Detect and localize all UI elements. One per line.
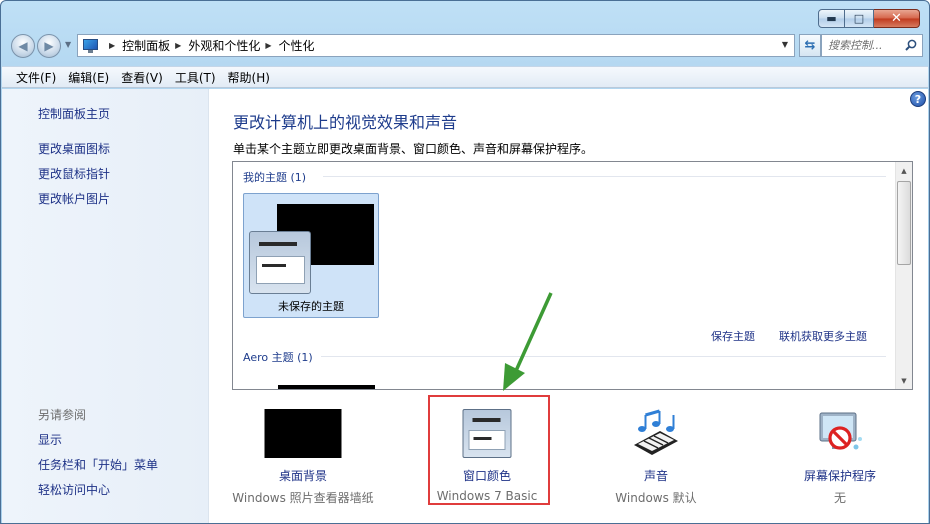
sound-desc: Windows 默认	[615, 491, 697, 505]
search-icon[interactable]	[905, 39, 917, 51]
breadcrumb-control-panel[interactable]: 控制面板	[122, 37, 170, 54]
desktop-background-desc: Windows 照片查看器墙纸	[232, 491, 374, 505]
back-button[interactable]: ◀	[11, 34, 35, 58]
caption-buttons: ▬ □ ✕	[818, 9, 920, 28]
group-divider	[323, 176, 886, 177]
pointer-arrow-icon	[503, 292, 553, 391]
menu-file[interactable]: 文件(F)	[10, 69, 62, 86]
navigation-bar: ◀ ▶ ▼ ▶ 控制面板 ▶ 外观和个性化 ▶ 个性化 ▼ ⇆	[9, 33, 923, 59]
menu-help[interactable]: 帮助(H)	[222, 69, 276, 86]
address-dropdown-icon[interactable]: ▼	[782, 40, 788, 49]
sound-link[interactable]: 声音	[581, 467, 731, 484]
breadcrumb-separator-icon[interactable]: ▶	[265, 41, 271, 50]
sidebar-change-desktop-icons[interactable]: 更改桌面图标	[38, 140, 110, 157]
aero-themes-header[interactable]: Aero 主题 (1)	[243, 349, 313, 365]
minimize-button[interactable]: ▬	[818, 9, 845, 28]
main-panel: ? 更改计算机上的视觉效果和声音 单击某个主题立即更改桌面背景、窗口颜色、声音和…	[210, 89, 928, 523]
theme-window-preview-icon	[249, 231, 311, 294]
help-icon[interactable]: ?	[910, 91, 926, 107]
forward-button[interactable]: ▶	[37, 34, 61, 58]
breadcrumb-appearance[interactable]: 外观和个性化	[188, 37, 260, 54]
sidebar-change-account-picture[interactable]: 更改帐户图片	[38, 190, 110, 207]
screensaver-tile[interactable]: 屏幕保护程序 无	[765, 405, 915, 505]
recent-pages-dropdown-icon[interactable]: ▼	[65, 40, 71, 49]
sound-tile[interactable]: 声音 Windows 默认	[581, 405, 731, 505]
screensaver-link[interactable]: 屏幕保护程序	[765, 467, 915, 484]
refresh-button[interactable]: ⇆	[799, 34, 821, 57]
search-box	[821, 34, 923, 57]
desktop-background-tile[interactable]: 桌面背景 Windows 照片查看器墙纸	[228, 405, 378, 505]
maximize-icon: □	[853, 12, 865, 25]
search-input[interactable]	[828, 39, 904, 52]
menu-edit[interactable]: 编辑(E)	[62, 69, 115, 86]
sidebar: 控制面板主页 更改桌面图标 更改鼠标指针 更改帐户图片 另请参阅 显示 任务栏和…	[2, 89, 209, 523]
control-panel-icon	[82, 38, 100, 53]
close-button[interactable]: ✕	[874, 9, 920, 28]
sidebar-change-mouse-pointers[interactable]: 更改鼠标指针	[38, 165, 110, 182]
desktop-background-icon	[264, 409, 342, 458]
unsaved-theme-tile[interactable]: 未保存的主题	[243, 193, 379, 318]
see-also-ease-of-access[interactable]: 轻松访问中心	[38, 481, 110, 498]
refresh-icon: ⇆	[804, 38, 816, 53]
menu-view[interactable]: 查看(V)	[115, 69, 169, 86]
personalization-window: ▬ □ ✕ ◀ ▶ ▼ ▶ 控制面板 ▶ 外观和个性化 ▶ 个性化 ▼ ⇆ 文件…	[0, 0, 930, 524]
back-arrow-icon: ◀	[18, 39, 28, 53]
my-themes-header[interactable]: 我的主题 (1)	[243, 169, 306, 185]
close-icon: ✕	[891, 11, 902, 26]
minimize-icon: ▬	[826, 12, 837, 25]
breadcrumb-separator-icon[interactable]: ▶	[175, 41, 181, 50]
screensaver-desc: 无	[833, 491, 846, 505]
see-also-heading: 另请参阅	[38, 408, 87, 422]
page-subtitle: 单击某个主题立即更改桌面背景、窗口颜色、声音和屏幕保护程序。	[233, 142, 594, 156]
maximize-button[interactable]: □	[845, 9, 874, 28]
menu-bar: 文件(F) 编辑(E) 查看(V) 工具(T) 帮助(H)	[2, 66, 928, 88]
see-also-display[interactable]: 显示	[38, 431, 62, 448]
scroll-down-icon[interactable]: ▼	[896, 372, 912, 389]
desktop-background-link[interactable]: 桌面背景	[228, 467, 378, 484]
highlight-box	[428, 395, 550, 505]
forward-arrow-icon: ▶	[44, 39, 54, 53]
address-bar[interactable]: ▶ 控制面板 ▶ 外观和个性化 ▶ 个性化 ▼	[77, 34, 795, 57]
breadcrumb-personalization[interactable]: 个性化	[279, 37, 315, 54]
get-more-themes-link[interactable]: 联机获取更多主题	[779, 328, 867, 344]
group-divider	[321, 356, 886, 357]
menu-tools[interactable]: 工具(T)	[169, 69, 222, 86]
sound-icon	[634, 409, 678, 455]
scroll-thumb[interactable]	[897, 181, 911, 265]
aero-theme-preview[interactable]	[278, 385, 375, 389]
unsaved-theme-label: 未保存的主题	[278, 300, 344, 313]
sidebar-control-panel-home[interactable]: 控制面板主页	[38, 105, 110, 122]
page-title: 更改计算机上的视觉效果和声音	[233, 113, 458, 132]
scroll-up-icon[interactable]: ▲	[896, 162, 912, 179]
themes-list: 我的主题 (1) 未保存的主题 保存主题 联机获取更多主题 Aero 主题 (1…	[232, 161, 913, 390]
screensaver-icon	[819, 412, 862, 450]
breadcrumb-separator-icon[interactable]: ▶	[109, 41, 115, 50]
themes-scrollbar[interactable]: ▲ ▼	[895, 162, 912, 389]
save-theme-link[interactable]: 保存主题	[711, 328, 755, 344]
see-also-taskbar[interactable]: 任务栏和「开始」菜单	[38, 456, 158, 473]
